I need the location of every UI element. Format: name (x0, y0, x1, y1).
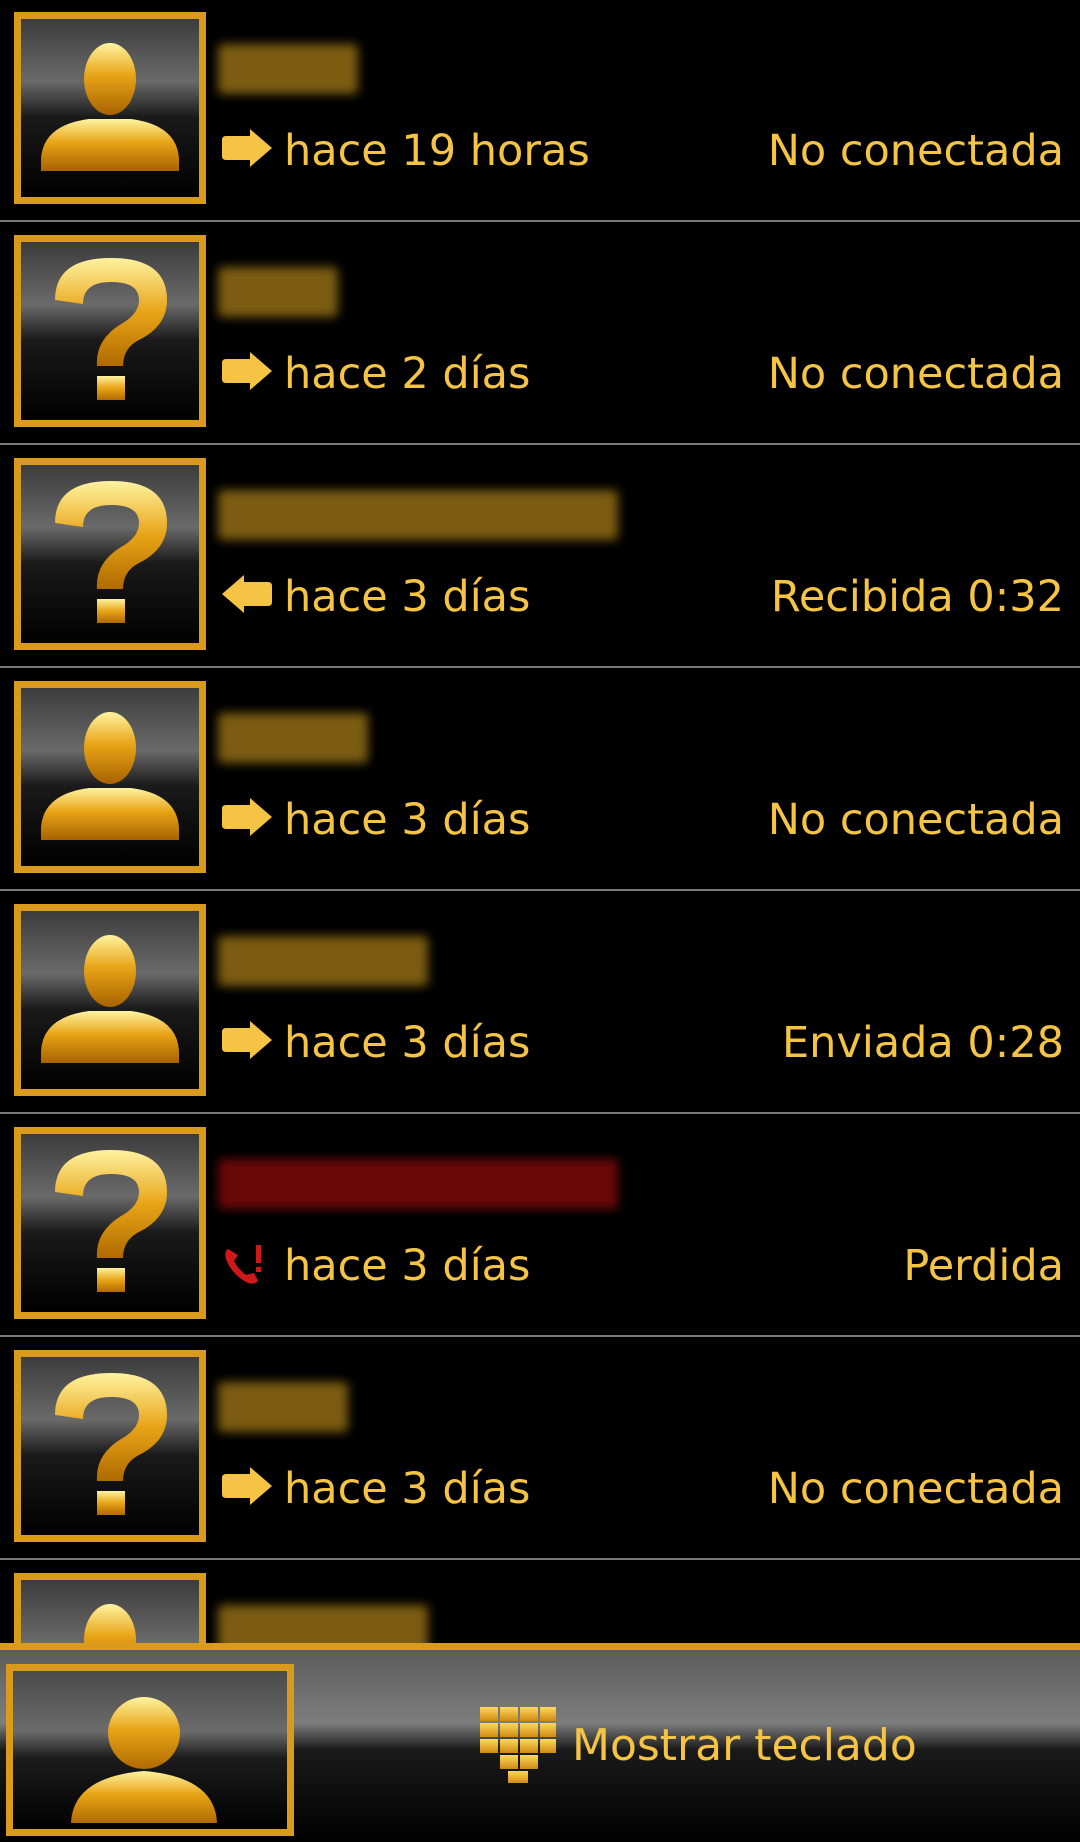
call-direction-icon (220, 128, 274, 168)
contact-avatar[interactable] (14, 458, 206, 650)
outgoing-arrow-icon (222, 1467, 272, 1505)
keypad-icon (480, 1707, 556, 1783)
contacts-button[interactable] (6, 1664, 294, 1836)
outgoing-arrow-icon (222, 798, 272, 836)
call-log-row[interactable]: hace 2 días No conectada (0, 223, 1080, 445)
contact-avatar[interactable] (14, 235, 206, 427)
contact-avatar[interactable] (14, 1573, 206, 1650)
call-status: No conectada (767, 126, 1064, 176)
incoming-arrow-icon (222, 575, 272, 613)
call-status: Perdida (903, 1241, 1064, 1291)
call-log-row[interactable]: hace 3 días No conectada (0, 669, 1080, 891)
contact-name-redacted (218, 490, 618, 540)
person-icon (41, 712, 179, 840)
question-mark-icon (55, 1150, 167, 1292)
person-icon (71, 1697, 217, 1823)
show-keypad-button[interactable]: Mostrar teclado (478, 1700, 917, 1790)
call-time: hace 2 días (284, 349, 531, 399)
person-icon (84, 1604, 136, 1650)
contact-name-redacted (218, 44, 358, 94)
call-status: No conectada (767, 1464, 1064, 1514)
call-status: No conectada (767, 349, 1064, 399)
call-direction-icon (220, 797, 274, 837)
call-log-list: hace 19 horas No conectada hace 2 días No c… (0, 0, 1080, 1650)
missed-call-icon (225, 1245, 261, 1284)
question-mark-icon (55, 258, 167, 400)
contact-name-redacted (218, 1159, 618, 1209)
call-log-row[interactable]: hace 3 días No conectada (0, 1338, 1080, 1560)
call-direction-icon (220, 1243, 274, 1284)
call-time: hace 19 horas (284, 126, 590, 176)
contact-avatar[interactable] (14, 904, 206, 1096)
contact-name-redacted (218, 267, 338, 317)
show-keypad-label: Mostrar teclado (572, 1719, 917, 1771)
call-status: No conectada (767, 795, 1064, 845)
contact-name-redacted (218, 1382, 348, 1432)
outgoing-arrow-icon (222, 1021, 272, 1059)
call-time: hace 3 días (284, 1018, 531, 1068)
call-log-row[interactable] (0, 1561, 1080, 1650)
contact-name-redacted (218, 936, 428, 986)
contact-avatar[interactable] (14, 1350, 206, 1542)
call-time: hace 3 días (284, 1464, 531, 1514)
outgoing-arrow-icon (222, 129, 272, 167)
call-time: hace 3 días (284, 795, 531, 845)
person-icon (41, 43, 179, 171)
contact-name-redacted (218, 713, 368, 763)
call-status: Recibida 0:32 (770, 572, 1064, 622)
bottom-bar: Mostrar teclado (0, 1643, 1080, 1842)
person-icon (41, 935, 179, 1063)
call-time: hace 3 días (284, 1241, 531, 1291)
call-log-row[interactable]: hace 19 horas No conectada (0, 0, 1080, 222)
question-mark-icon (55, 481, 167, 623)
call-log-row[interactable]: hace 3 días Enviada 0:28 (0, 892, 1080, 1114)
call-log-row[interactable]: hace 3 días Perdida (0, 1115, 1080, 1337)
call-direction-icon (220, 351, 274, 391)
question-mark-icon (55, 1373, 167, 1515)
call-direction-icon (220, 574, 274, 614)
call-time: hace 3 días (284, 572, 531, 622)
contact-avatar[interactable] (14, 1127, 206, 1319)
call-direction-icon (220, 1020, 274, 1060)
contact-avatar[interactable] (14, 681, 206, 873)
contact-avatar[interactable] (14, 12, 206, 204)
outgoing-arrow-icon (222, 352, 272, 390)
call-status: Enviada 0:28 (781, 1018, 1064, 1068)
call-direction-icon (220, 1466, 274, 1506)
call-log-row[interactable]: hace 3 días Recibida 0:32 (0, 446, 1080, 668)
